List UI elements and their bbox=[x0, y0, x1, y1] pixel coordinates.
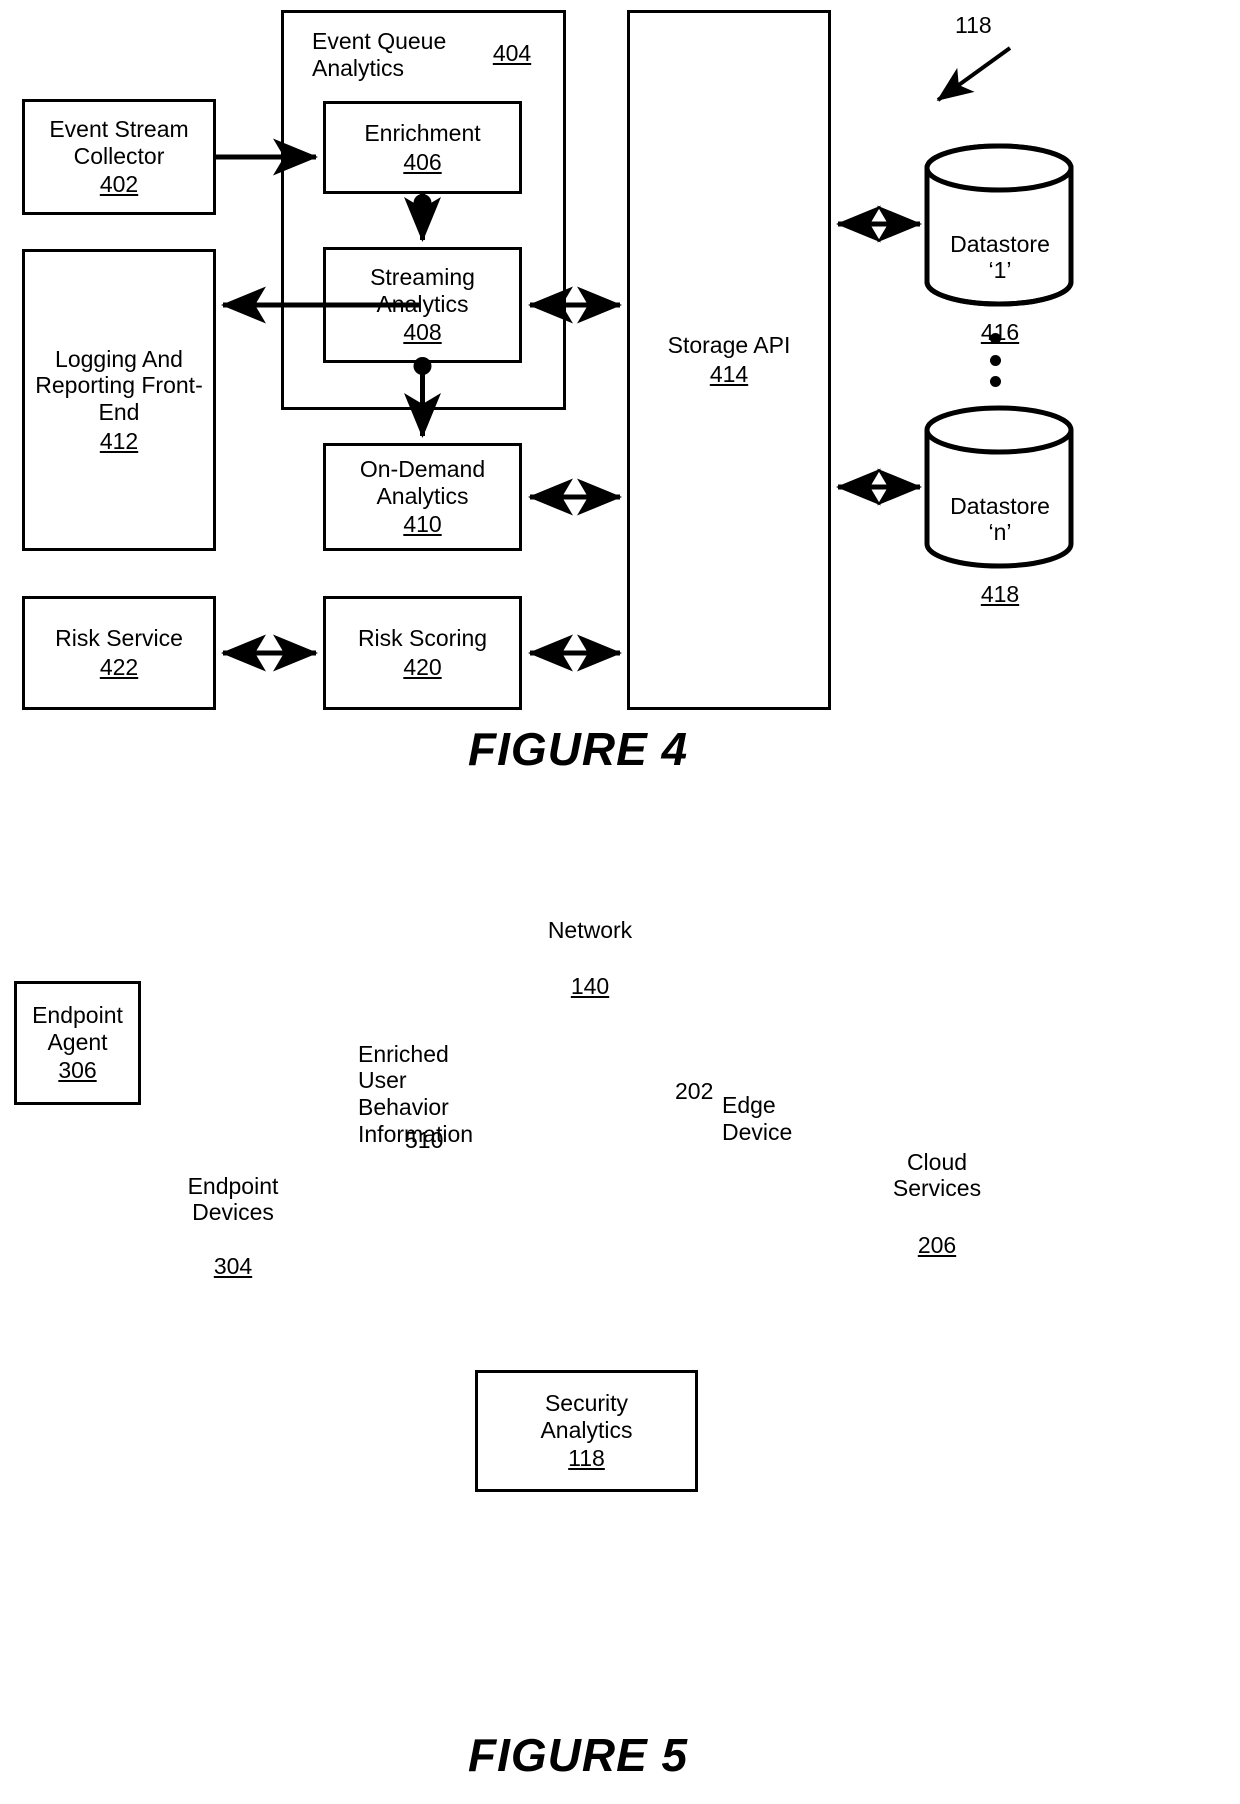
figure-4-caption: FIGURE 4 bbox=[468, 723, 689, 775]
patent-figure-sheet: Event Queue Analytics 404 Event Stream C… bbox=[0, 0, 1240, 1804]
security-analytics-box: Security Analytics 118 bbox=[475, 1370, 698, 1492]
endpoint-agent-ref: 306 bbox=[58, 1057, 97, 1084]
endpoint-devices-label-block: Endpoint Devices 304 bbox=[168, 1146, 298, 1306]
endpoint-devices-ref: 304 bbox=[213, 1252, 253, 1279]
security-analytics-ref: 118 bbox=[568, 1445, 605, 1472]
endpoint-agent-label: Endpoint Agent bbox=[32, 1001, 123, 1055]
enriched-info-ref: 510 bbox=[405, 1127, 444, 1153]
endpoint-agent-box: Endpoint Agent 306 bbox=[14, 981, 141, 1105]
figure4-connectors bbox=[216, 46, 1074, 672]
edge-device-label: Edge Device bbox=[722, 1092, 793, 1145]
endpoint-devices-label: Endpoint Devices bbox=[187, 1172, 279, 1226]
security-analytics-label: Security Analytics bbox=[540, 1389, 633, 1443]
figure-5-caption: FIGURE 5 bbox=[468, 1729, 689, 1781]
edge-device-ref: 202 bbox=[675, 1078, 714, 1104]
